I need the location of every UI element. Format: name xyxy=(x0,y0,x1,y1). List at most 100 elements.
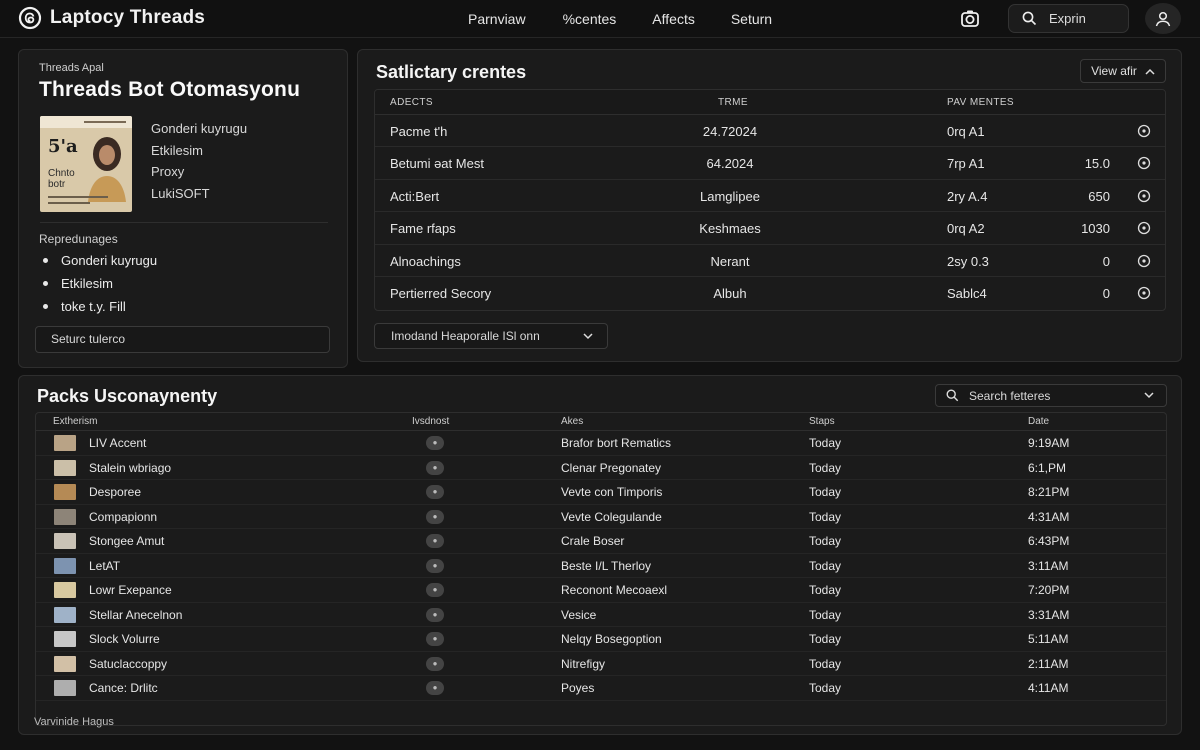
row-name: Betumi ǝat Mest xyxy=(390,156,484,172)
row-name: Pacme t'h xyxy=(390,124,448,139)
profile-title: Threads Bot Otomasyonu xyxy=(39,78,301,101)
profile-kicker: Threads Apal xyxy=(39,62,104,74)
row-akes: Vesice xyxy=(561,607,597,622)
packs-card: Packs Usconaynenty Search fetteres Exthe… xyxy=(18,375,1182,735)
info-icon[interactable] xyxy=(1137,189,1151,203)
column-header: Ivsdnost xyxy=(412,416,450,427)
nav-item-seturn[interactable]: Seturn xyxy=(731,11,772,27)
table-row[interactable]: Alnoachings Nerant 2sy 0.3 0 xyxy=(375,245,1165,277)
row-akes: Clenar Pregonatey xyxy=(561,460,662,475)
status-badge-icon: ● xyxy=(426,460,444,475)
stats-card: Satlictary crentes View afir ADECTS TRME… xyxy=(357,49,1182,362)
stats-title: Satlictary crentes xyxy=(376,62,527,82)
row-akes: Poyes xyxy=(561,681,595,695)
row-staps: Today xyxy=(809,558,842,573)
bullet-item: Etkilesim xyxy=(43,272,157,295)
row-date: 5:11AM xyxy=(1028,632,1069,646)
camera-icon xyxy=(961,10,979,27)
meta-item: Etkilesim xyxy=(151,142,204,158)
app-title: Laptocy Threads xyxy=(50,7,206,28)
thumbnail-icon xyxy=(54,655,76,672)
table-row[interactable]: Stellar Anecelnon ● Vesice Today 3:31AM xyxy=(36,603,1166,627)
thumbnail-icon xyxy=(54,435,76,451)
packs-footer-link[interactable]: Varvinide Hagus xyxy=(34,716,114,728)
row-name: Satuclaccoppy xyxy=(89,656,168,671)
row-pav: 2sy 0.3 xyxy=(947,253,989,269)
nav-item-centes[interactable]: %centes xyxy=(563,11,617,27)
row-akes: Brafor bort Rematics xyxy=(561,436,672,450)
row-value: 1030 xyxy=(1081,221,1110,237)
thumbnail-icon xyxy=(54,606,76,623)
row-staps: Today xyxy=(809,583,842,597)
brand[interactable]: Laptocy Threads xyxy=(18,6,205,30)
status-badge-icon: ● xyxy=(426,632,444,646)
info-icon[interactable] xyxy=(1137,124,1151,138)
table-row[interactable]: Slock Volurre ● Nelqy Bosegoption Today 5:11… xyxy=(36,627,1166,652)
thumbnail-icon xyxy=(54,533,76,549)
top-search-field[interactable]: Exprin xyxy=(1008,4,1129,33)
row-name: Stalein wbriago xyxy=(89,460,172,475)
camera-button[interactable] xyxy=(955,4,985,34)
book-cover-image: 5'a Chnto botr xyxy=(40,116,132,212)
table-row[interactable]: LIV Accent ● Brafor bort Rematics Today 9:19… xyxy=(36,431,1166,456)
profile-input[interactable]: Seturc tulerco xyxy=(35,326,330,353)
row-name: Stellar Anecelnon xyxy=(89,607,183,622)
packs-search-input[interactable]: Search fetteres xyxy=(935,384,1167,407)
table-row[interactable]: Compapionn ● Vevte Colegulande Today 4:31AM xyxy=(36,505,1166,529)
bullet-dot-icon xyxy=(43,258,48,263)
row-name: Compapionn xyxy=(89,509,158,524)
table-row[interactable]: Satuclaccoppy ● Nitrefigy Today 2:11AM xyxy=(36,652,1166,676)
row-name: Cance: Drlitc xyxy=(89,681,158,695)
info-icon[interactable] xyxy=(1137,221,1151,235)
stats-dropdown[interactable]: Imodand Heaporalle ISl onn xyxy=(374,323,608,349)
row-name: Fame rfaps xyxy=(390,221,456,237)
table-row[interactable]: Lowr Exepance ● Reconont Mecoaexl Today 7:20… xyxy=(36,578,1166,603)
info-icon[interactable] xyxy=(1137,254,1151,268)
row-akes: Nitrefigy xyxy=(561,656,606,671)
table-row[interactable]: Acti:Bert Lamglipee 2ry A.4 650 xyxy=(375,180,1165,213)
profile-card: Threads Apal Threads Bot Otomasyonu 5'a … xyxy=(18,49,348,368)
row-trme: Keshmaes xyxy=(699,221,761,237)
bullet-item: toke t.y. Fill xyxy=(43,295,157,318)
threads-logo-icon xyxy=(18,6,42,30)
search-icon xyxy=(1022,11,1037,26)
column-header: ADECTS xyxy=(390,97,433,108)
user-menu-button[interactable] xyxy=(1145,3,1181,34)
chevron-down-icon xyxy=(1144,392,1154,399)
row-trme: Lamglipee xyxy=(700,188,760,204)
info-icon[interactable] xyxy=(1137,156,1151,170)
table-row[interactable]: Stalein wbriago ● Clenar Pregonatey Today 6:… xyxy=(36,456,1166,480)
row-trme: 24.72024 xyxy=(702,124,758,139)
meta-item: LukiSOFT xyxy=(151,185,210,201)
row-akes: Vevte Colegulande xyxy=(561,509,662,524)
row-pav: 0rq A1 xyxy=(947,124,985,139)
status-badge-icon: ● xyxy=(426,681,444,695)
table-row[interactable]: Desporee ● Vevte con Timporis Today 8:21PM xyxy=(36,480,1166,505)
column-header: TRME xyxy=(718,97,748,108)
column-header: Staps xyxy=(809,416,835,427)
table-row[interactable]: Pacme t'h 24.72024 0rq A1 xyxy=(375,115,1165,148)
book-cover-subtext: Chnto botr xyxy=(48,168,75,190)
table-row[interactable]: Stongee Amut ● Crale Boser Today 6:43PM xyxy=(36,529,1166,554)
row-staps: Today xyxy=(809,436,842,450)
table-row[interactable]: Fame rfaps Keshmaes 0rq A2 1030 xyxy=(375,212,1165,245)
column-header: Akes xyxy=(561,416,584,427)
row-pav: 0rq A2 xyxy=(947,221,985,237)
nav-item-parnviaw[interactable]: Parnviaw xyxy=(468,11,526,27)
row-akes: Beste I/L Therloy xyxy=(561,558,652,573)
column-header: PAV MENTES xyxy=(947,97,1014,108)
view-button[interactable]: View afir xyxy=(1080,59,1166,83)
chevron-down-icon xyxy=(583,332,593,339)
row-name: Alnoachings xyxy=(390,253,461,269)
row-date: 3:11AM xyxy=(1028,558,1069,573)
table-row[interactable]: Cance: Drlitc ● Poyes Today 4:11AM xyxy=(36,676,1166,701)
info-icon[interactable] xyxy=(1137,286,1151,300)
table-row[interactable]: Pertierred Secory Albuh Sablc4 0 xyxy=(375,277,1165,309)
row-date: 7:20PM xyxy=(1028,583,1070,597)
table-row[interactable]: LetAT ● Beste I/L Therloy Today 3:11AM xyxy=(36,554,1166,578)
row-name: Desporee xyxy=(89,485,142,499)
bullet-dot-icon xyxy=(43,281,48,286)
thumbnail-icon xyxy=(54,582,76,598)
table-row[interactable]: Betumi ǝat Mest 64.2024 7rp A1 15.0 xyxy=(375,147,1165,180)
nav-item-affects[interactable]: Affects xyxy=(652,11,695,27)
